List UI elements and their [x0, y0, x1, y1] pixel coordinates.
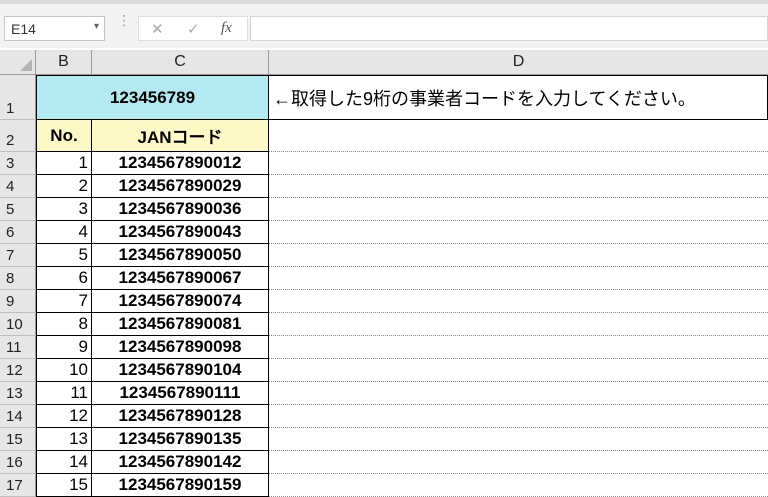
no-cell[interactable]: 4 — [36, 221, 92, 244]
row-header-16[interactable]: 16 — [0, 451, 36, 474]
empty-cell[interactable] — [269, 267, 768, 290]
row-header-11[interactable]: 11 — [0, 336, 36, 359]
jan-cell[interactable]: 1234567890074 — [92, 290, 269, 313]
no-cell[interactable]: 1 — [36, 152, 92, 175]
empty-cell[interactable] — [269, 451, 768, 474]
drag-handle-icon[interactable]: ⋮ — [117, 13, 131, 27]
business-code-cell[interactable]: 123456789 — [36, 75, 269, 120]
empty-cell[interactable] — [269, 313, 768, 336]
row-header-2[interactable]: 2 — [0, 120, 36, 152]
empty-cell[interactable] — [269, 405, 768, 428]
no-cell[interactable]: 8 — [36, 313, 92, 336]
jan-cell[interactable]: 1234567890036 — [92, 198, 269, 221]
empty-cell[interactable] — [269, 382, 768, 405]
empty-cell[interactable] — [269, 336, 768, 359]
row-header-10[interactable]: 10 — [0, 313, 36, 336]
jan-cell[interactable]: 1234567890043 — [92, 221, 269, 244]
column-header-c[interactable]: C — [92, 50, 269, 75]
empty-cell[interactable] — [269, 175, 768, 198]
jan-cell[interactable]: 1234567890142 — [92, 451, 269, 474]
no-cell[interactable]: 15 — [36, 474, 92, 497]
row-header-17[interactable]: 17 — [0, 474, 36, 497]
empty-cell[interactable] — [269, 474, 768, 497]
column-header-d[interactable]: D — [269, 50, 768, 75]
name-box[interactable]: E14 ▾ — [4, 16, 105, 41]
empty-cell[interactable] — [269, 221, 768, 244]
empty-cell[interactable] — [269, 359, 768, 382]
jan-cell[interactable]: 1234567890081 — [92, 313, 269, 336]
jan-cell[interactable]: 1234567890111 — [92, 382, 269, 405]
formula-input[interactable] — [250, 16, 768, 41]
row-header-14[interactable]: 14 — [0, 405, 36, 428]
cell-d2[interactable] — [269, 120, 768, 152]
instruction-note-cell[interactable]: ←取得した9桁の事業者コードを入力してください。 — [269, 75, 768, 120]
no-cell[interactable]: 7 — [36, 290, 92, 313]
row-header-7[interactable]: 7 — [0, 244, 36, 267]
header-jan-cell[interactable]: JANコード — [92, 120, 269, 152]
no-cell[interactable]: 13 — [36, 428, 92, 451]
empty-cell[interactable] — [269, 428, 768, 451]
row-header-1[interactable]: 1 — [0, 75, 36, 120]
empty-cell[interactable] — [269, 152, 768, 175]
name-box-value: E14 — [11, 21, 36, 37]
row-header-12[interactable]: 12 — [0, 359, 36, 382]
row-header-4[interactable]: 4 — [0, 175, 36, 198]
row-header-13[interactable]: 13 — [0, 382, 36, 405]
no-cell[interactable]: 10 — [36, 359, 92, 382]
formula-toolbar: E14 ▾ ⋮ ✕ ✓ fx — [0, 0, 768, 48]
formula-buttons: ✕ ✓ fx — [138, 16, 248, 41]
jan-cell[interactable]: 1234567890067 — [92, 267, 269, 290]
jan-cell[interactable]: 1234567890050 — [92, 244, 269, 267]
no-cell[interactable]: 14 — [36, 451, 92, 474]
jan-cell[interactable]: 1234567890128 — [92, 405, 269, 428]
jan-cell[interactable]: 1234567890159 — [92, 474, 269, 497]
row-header-6[interactable]: 6 — [0, 221, 36, 244]
row-header-8[interactable]: 8 — [0, 267, 36, 290]
insert-function-icon[interactable]: fx — [221, 20, 232, 37]
jan-cell[interactable]: 1234567890135 — [92, 428, 269, 451]
no-cell[interactable]: 2 — [36, 175, 92, 198]
chevron-down-icon[interactable]: ▾ — [94, 21, 99, 32]
row-header-15[interactable]: 15 — [0, 428, 36, 451]
no-cell[interactable]: 11 — [36, 382, 92, 405]
empty-cell[interactable] — [269, 198, 768, 221]
select-all-button[interactable] — [0, 50, 36, 75]
column-header-b[interactable]: B — [36, 50, 92, 75]
cancel-icon[interactable]: ✕ — [151, 20, 164, 38]
jan-cell[interactable]: 1234567890098 — [92, 336, 269, 359]
no-cell[interactable]: 3 — [36, 198, 92, 221]
empty-cell[interactable] — [269, 244, 768, 267]
no-cell[interactable]: 6 — [36, 267, 92, 290]
jan-cell[interactable]: 1234567890104 — [92, 359, 269, 382]
header-no-cell[interactable]: No. — [36, 120, 92, 152]
jan-cell[interactable]: 1234567890029 — [92, 175, 269, 198]
jan-cell[interactable]: 1234567890012 — [92, 152, 269, 175]
no-cell[interactable]: 9 — [36, 336, 92, 359]
no-cell[interactable]: 5 — [36, 244, 92, 267]
spreadsheet-grid: B C D 1 2 3 4 5 6 7 8 9 10 11 12 13 14 1… — [0, 50, 768, 497]
enter-icon[interactable]: ✓ — [187, 20, 200, 38]
no-cell[interactable]: 12 — [36, 405, 92, 428]
row-header-3[interactable]: 3 — [0, 152, 36, 175]
empty-cell[interactable] — [269, 290, 768, 313]
ribbon-edge — [0, 0, 768, 4]
select-all-icon — [20, 59, 32, 71]
row-header-9[interactable]: 9 — [0, 290, 36, 313]
row-header-5[interactable]: 5 — [0, 198, 36, 221]
